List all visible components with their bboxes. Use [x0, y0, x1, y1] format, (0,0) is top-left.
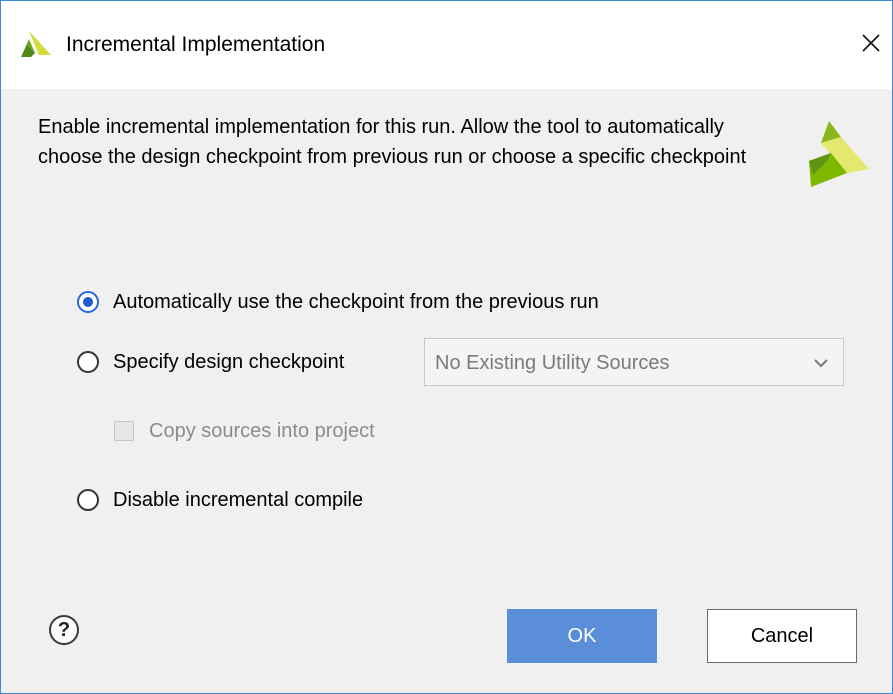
checkpoint-select-value: No Existing Utility Sources — [435, 352, 670, 374]
chevron-down-icon — [814, 359, 828, 368]
option-label: Specify design checkpoint — [113, 351, 345, 373]
close-button[interactable] — [853, 25, 889, 61]
option-label: Disable incremental compile — [113, 489, 364, 511]
copy-sources-option: Copy sources into project — [114, 419, 375, 443]
help-button[interactable]: ? — [49, 615, 79, 645]
dialog-title: Incremental Implementation — [66, 33, 326, 56]
dialog-description: Enable incremental implementation for th… — [38, 116, 747, 168]
option-label: Automatically use the checkpoint from th… — [113, 291, 599, 313]
radio-button[interactable] — [77, 489, 99, 511]
copy-sources-label: Copy sources into project — [149, 420, 375, 442]
option-specify-checkpoint[interactable]: Specify design checkpoint — [77, 350, 344, 374]
close-icon — [862, 34, 880, 52]
cancel-button[interactable]: Cancel — [707, 609, 857, 663]
radio-button[interactable] — [77, 351, 99, 373]
ok-button[interactable]: OK — [507, 609, 657, 663]
vivado-logo-icon — [21, 31, 51, 57]
dialog-window: Incremental Implementation Enable increm… — [0, 0, 893, 694]
option-disable-incremental[interactable]: Disable incremental compile — [77, 488, 363, 512]
title-bar: Incremental Implementation — [1, 1, 892, 89]
copy-sources-checkbox — [114, 421, 134, 441]
option-auto-checkpoint[interactable]: Automatically use the checkpoint from th… — [77, 290, 599, 314]
vivado-logo-icon — [809, 121, 869, 187]
radio-button[interactable] — [77, 291, 99, 313]
checkpoint-select: No Existing Utility Sources — [424, 338, 844, 386]
help-icon: ? — [57, 618, 71, 641]
